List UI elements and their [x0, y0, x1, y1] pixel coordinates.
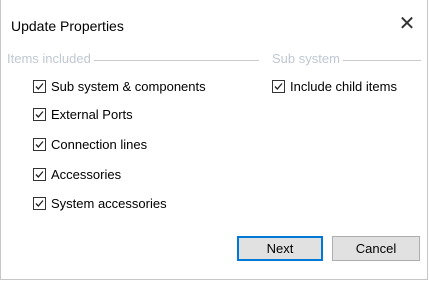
checkbox-sub-system-components[interactable]: Sub system & components — [33, 77, 206, 95]
checkbox-label: Accessories — [51, 166, 122, 182]
checkbox-label: Sub system & components — [51, 78, 206, 94]
checkbox-external-ports[interactable]: External Ports — [33, 105, 133, 123]
title-bar: Update Properties ✕ — [1, 0, 427, 52]
checkbox-connection-lines[interactable]: Connection lines — [33, 135, 147, 153]
items-included-label: Items included — [7, 50, 91, 66]
checkbox-box[interactable] — [272, 79, 285, 93]
checkbox-label: Connection lines — [51, 136, 148, 152]
cancel-button[interactable]: Cancel — [332, 236, 420, 261]
next-button[interactable]: Next — [237, 236, 323, 261]
checkbox-include-child-items[interactable]: Include child items — [272, 77, 397, 95]
checkbox-system-accessories[interactable]: System accessories — [33, 194, 167, 212]
group-divider — [342, 59, 421, 61]
checkbox-label: External Ports — [51, 106, 133, 122]
update-properties-dialog: Update Properties ✕ Items included Sub s… — [0, 0, 428, 280]
checkbox-box[interactable] — [33, 137, 46, 151]
dialog-title: Update Properties — [11, 18, 124, 34]
close-icon[interactable]: ✕ — [393, 10, 421, 38]
sub-system-label: Sub system — [272, 50, 340, 66]
checkbox-accessories[interactable]: Accessories — [33, 165, 121, 183]
checkbox-box[interactable] — [33, 107, 46, 121]
checkbox-box[interactable] — [33, 167, 46, 181]
checkbox-box[interactable] — [33, 79, 46, 93]
checkbox-label: Include child items — [290, 78, 397, 94]
items-included-group-header: Items included — [7, 50, 259, 66]
checkbox-box[interactable] — [33, 196, 46, 210]
group-divider — [93, 59, 259, 61]
sub-system-group-header: Sub system — [272, 50, 421, 66]
checkbox-label: System accessories — [51, 195, 167, 211]
